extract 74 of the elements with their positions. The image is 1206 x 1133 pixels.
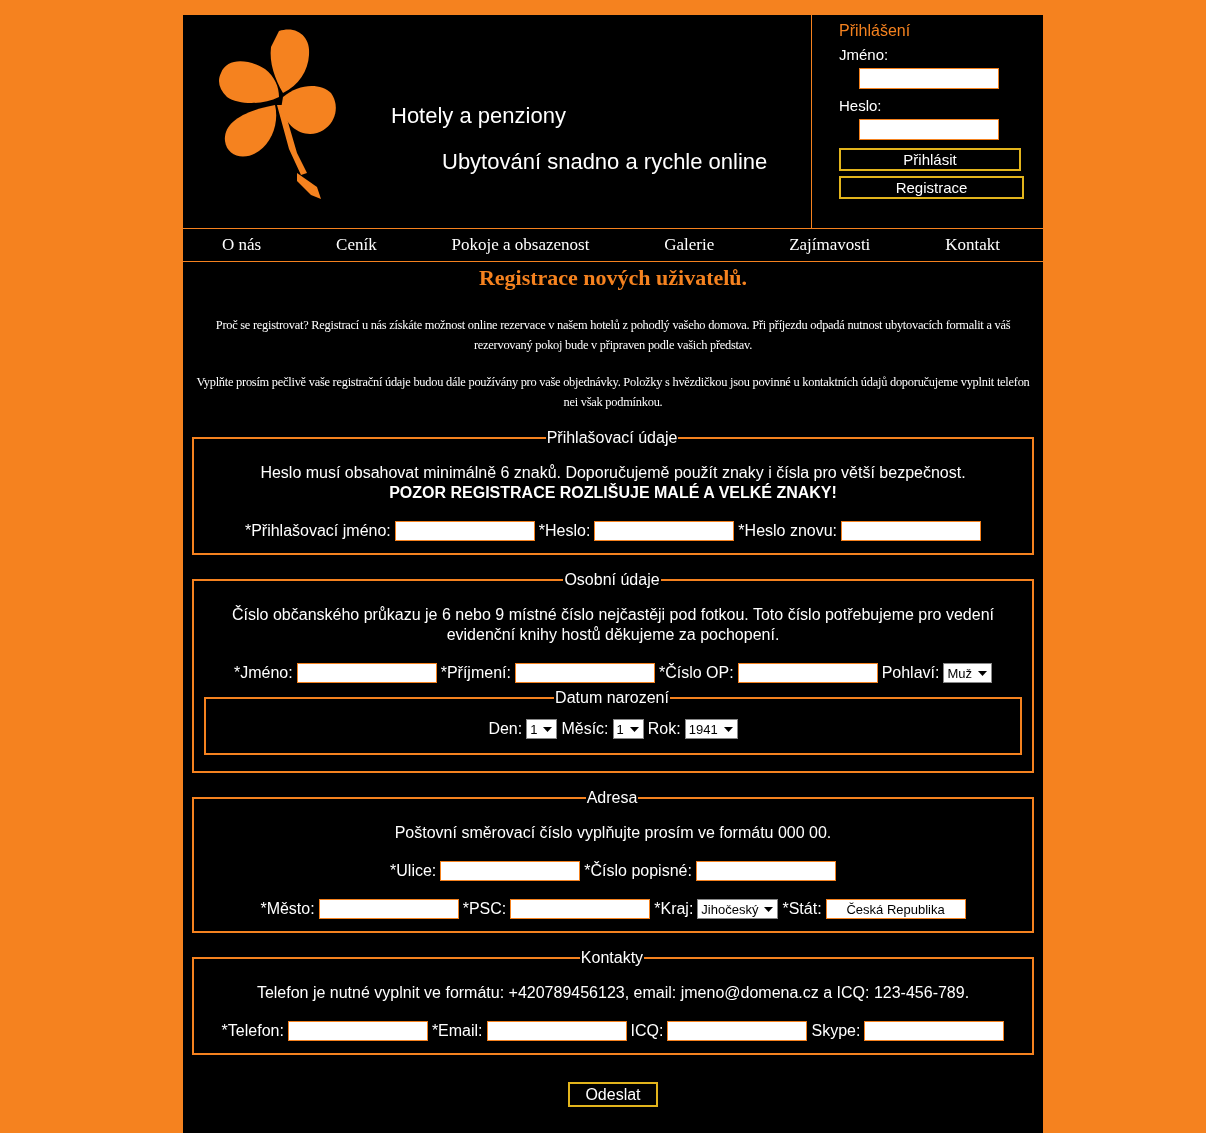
section-note: Heslo musí obsahovat minimálně 6 znaků. Doporučujemě použít znaky i čísla pro větší bezpečnost. bbox=[259, 463, 967, 483]
section-legend: Datum narození bbox=[554, 689, 670, 707]
warning-text: POZOR REGISTRACE ROZLIŠUJE MALÉ A VELKÉ ZNAKY! bbox=[388, 483, 838, 503]
text-field[interactable] bbox=[859, 119, 999, 140]
field-label: *Město: bbox=[260, 900, 315, 918]
field-label: *Číslo popisné: bbox=[584, 862, 692, 880]
dropdown[interactable]: Jihočeský bbox=[697, 899, 779, 919]
section-note: Číslo občanského průkazu je 6 nebo 9 místné číslo nejčastěji pod fotkou. Toto číslo potřebujeme pro vedení evidenční knihy hostů děkujeme za pochopení. bbox=[231, 605, 995, 645]
field-label: *PSC: bbox=[462, 900, 507, 918]
text-field[interactable] bbox=[859, 68, 999, 89]
text-field[interactable]: Česká Republika bbox=[825, 899, 966, 919]
text-field[interactable] bbox=[287, 1021, 428, 1041]
text-field[interactable] bbox=[737, 663, 878, 683]
dropdown[interactable]: 1 bbox=[612, 719, 644, 739]
text-field[interactable] bbox=[594, 521, 735, 541]
submit-button[interactable]: Odeslat bbox=[568, 1082, 658, 1107]
field-label: *Příjmení: bbox=[440, 664, 511, 682]
field-label: *Heslo znovu: bbox=[738, 522, 838, 540]
nav-link[interactable]: Ceník bbox=[336, 235, 377, 255]
site-title: Hotely a penziony bbox=[391, 103, 567, 129]
page-title: Registrace nových uživatelů. bbox=[477, 265, 749, 291]
caret-icon bbox=[543, 726, 553, 732]
field-label: *Ulice: bbox=[390, 862, 437, 880]
caret-icon bbox=[764, 906, 774, 912]
nav-link[interactable]: Kontakt bbox=[945, 235, 1000, 255]
field-label: *Přihlašovací jméno: bbox=[244, 522, 391, 540]
nav-link[interactable]: Galerie bbox=[664, 235, 715, 255]
field-label: *Kraj: bbox=[654, 900, 694, 918]
section-note: Poštovní směrovací číslo vyplňujte prosím ve formátu 000 00. bbox=[393, 823, 833, 843]
text-field[interactable] bbox=[440, 861, 581, 881]
text-field[interactable] bbox=[296, 663, 437, 683]
field-label: *Heslo: bbox=[538, 522, 591, 540]
dropdown[interactable]: 1941 bbox=[684, 719, 738, 739]
section-legend: Adresa bbox=[585, 789, 639, 807]
text-field[interactable] bbox=[514, 663, 655, 683]
text-field[interactable] bbox=[695, 861, 836, 881]
intro-paragraph: Proč se registrovat? Registrací u nás získáte možnost online rezervace v našem hotelů z pohodlý vašeho domova. Při příjezdu odpadá nutnost ubytovacích formalit a váš rezervovaný pokoj bude v připraven podle vašich představ. bbox=[214, 317, 1012, 354]
field-label: *Stát: bbox=[782, 900, 822, 918]
field-label: *Jméno: bbox=[234, 664, 293, 682]
field-label: Heslo: bbox=[839, 97, 882, 114]
field-label: Jméno: bbox=[839, 46, 889, 63]
caret-icon bbox=[723, 726, 733, 732]
text-field[interactable] bbox=[394, 521, 535, 541]
dropdown[interactable]: 1 bbox=[526, 719, 558, 739]
login-button[interactable]: Přihlásit bbox=[839, 148, 1021, 171]
section-legend: Přihlašovací údaje bbox=[545, 429, 679, 447]
text-field[interactable] bbox=[841, 521, 982, 541]
field-label: *Telefon: bbox=[221, 1022, 284, 1040]
field-label: ICQ: bbox=[630, 1022, 664, 1040]
section-note: Telefon je nutné vyplnit ve formátu: +420789456123, email: jmeno@domena.cz a ICQ: 123-456-789. bbox=[255, 983, 971, 1003]
intro-paragraph: Vyplňte prosím pečlivě vaše registrační údaje budou dále používány pro vaše objednávky. Položky s hvězdičkou jsou povinné u kontaktních údajů doporučujeme vyplnit telefon nei však podmínkou. bbox=[195, 374, 1031, 411]
field-label: Měsíc: bbox=[561, 720, 609, 738]
caret-icon bbox=[978, 670, 987, 676]
caret-icon bbox=[629, 726, 639, 732]
field-label: Pohlaví: bbox=[881, 664, 940, 682]
text-field[interactable] bbox=[667, 1021, 808, 1041]
site-tagline: Ubytování snadno a rychle online bbox=[442, 149, 768, 175]
text-field[interactable] bbox=[510, 899, 651, 919]
text-field[interactable] bbox=[864, 1021, 1005, 1041]
text-field[interactable] bbox=[318, 899, 459, 919]
section-legend: Osobní údaje bbox=[563, 571, 661, 589]
field-label: Skype: bbox=[811, 1022, 861, 1040]
field-label: Den: bbox=[488, 720, 523, 738]
field-label: *Email: bbox=[431, 1022, 483, 1040]
nav-link[interactable]: Pokoje a obsazenost bbox=[451, 235, 590, 255]
field-label: Rok: bbox=[647, 720, 681, 738]
nav-link[interactable]: O nás bbox=[222, 235, 262, 255]
field-label: *Číslo OP: bbox=[658, 664, 734, 682]
login-button[interactable]: Registrace bbox=[839, 176, 1024, 199]
nav-link[interactable]: Zajímavosti bbox=[789, 235, 871, 255]
login-title: Přihlášení bbox=[839, 22, 911, 40]
dropdown[interactable]: Muž bbox=[943, 663, 992, 683]
text-field[interactable] bbox=[486, 1021, 627, 1041]
section-legend: Kontakty bbox=[579, 949, 645, 967]
